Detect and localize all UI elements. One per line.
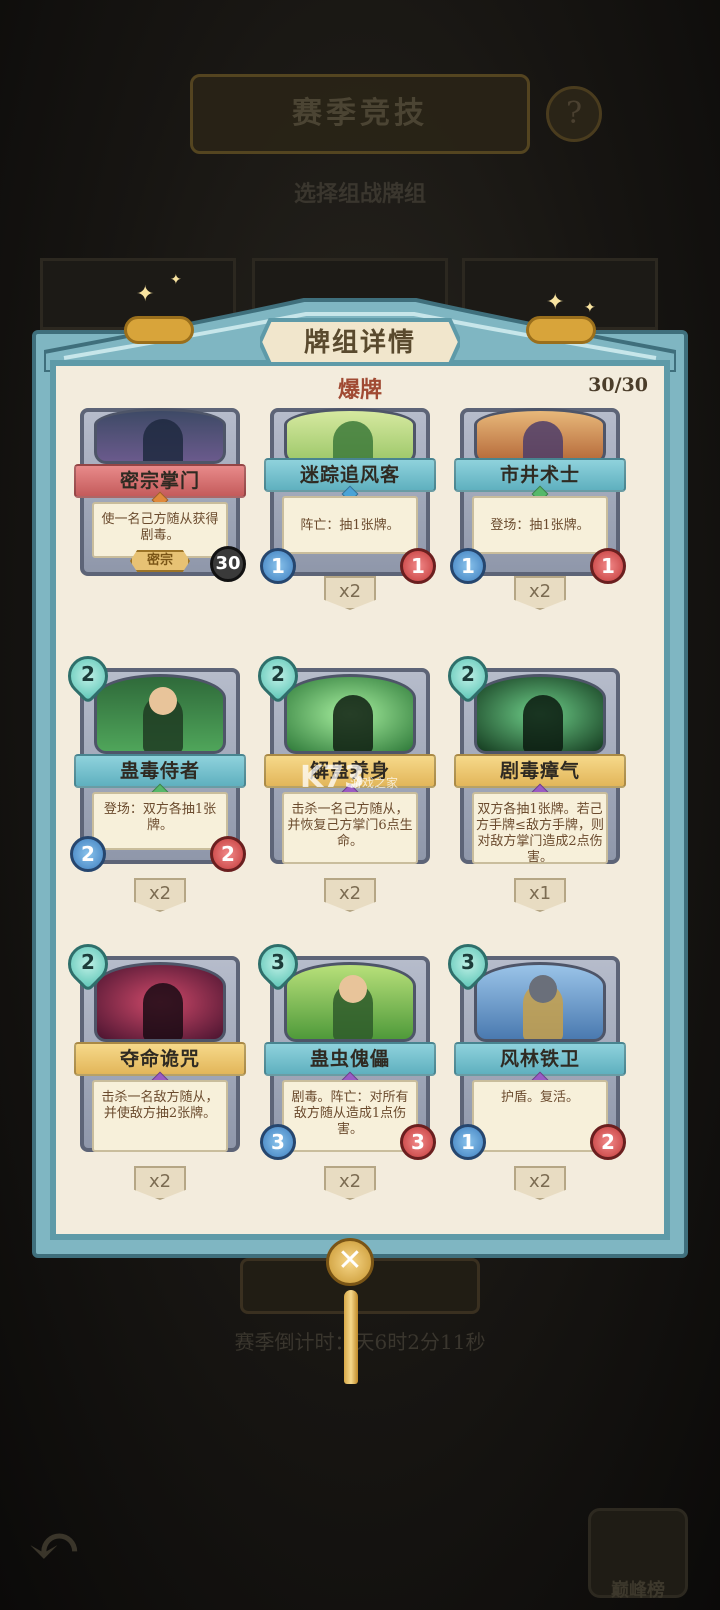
card-cost: 2 (461, 662, 475, 686)
card-item[interactable]: 迷踪追风客 阵亡：抽1张牌。 1 1 x2 (260, 408, 436, 610)
card-art (94, 962, 226, 1042)
card-name: 市井术士 (499, 464, 580, 486)
card-item[interactable]: 夺命诡咒 击杀一名敌方随从，并使敌方抽2张牌。 2 x2 (59, 935, 246, 1206)
deck-card-count: 30/30 (588, 374, 648, 396)
close-button-stem (344, 1290, 358, 1384)
season-title: 赛季竞技 (292, 96, 428, 131)
card-name: 风林铁卫 (499, 1048, 580, 1070)
card-item[interactable]: 市井术士 登场：抽1张牌。 1 1 x2 (450, 408, 626, 610)
close-button[interactable]: ✕ (326, 1238, 374, 1286)
card-value-badge: 30 (210, 546, 246, 582)
card-name: 蛊虫傀儡 (309, 1048, 390, 1070)
card-description: 使一名己方随从获得剧毒。 (101, 512, 219, 543)
card-art (284, 962, 416, 1042)
season-timer: 赛季倒计时：天6时2分11秒 (234, 1330, 486, 1354)
copies-tag: x2 (514, 1166, 566, 1200)
health-value: 2 (210, 836, 246, 872)
card-cost: 2 (81, 950, 95, 974)
card-art-figure (333, 695, 373, 751)
attack-value: 2 (70, 836, 106, 872)
attack-value: 1 (260, 548, 296, 584)
card-item[interactable]: 剧毒瘴气 双方各抽1张牌。若己方手牌≤敌方手牌，则对敌方掌门造成2点伤害。 2 … (439, 647, 626, 918)
card-art (474, 674, 606, 754)
card-name: 蛊毒侍者 (119, 760, 200, 782)
card-description: 阵亡：抽1张牌。 (300, 518, 400, 533)
card-item[interactable]: 密宗掌门 使一名己方随从获得剧毒。 密宗 30 (74, 408, 246, 588)
card-name: 迷踪追风客 (299, 464, 400, 486)
card-art (94, 674, 226, 754)
rarity-badge: 密宗 (130, 550, 190, 572)
card-name: 密宗掌门 (119, 470, 200, 492)
card-description: 登场：双方各抽1张牌。 (103, 802, 217, 833)
card-art (284, 408, 416, 464)
card-cost: 3 (271, 950, 285, 974)
help-button[interactable]: ? (546, 86, 602, 142)
copies-tag: x2 (324, 878, 376, 912)
sparkle-icon: ✦ (584, 300, 596, 316)
card-art-head (529, 975, 557, 1003)
copies-tag: x1 (514, 878, 566, 912)
copies-tag: x2 (134, 878, 186, 912)
card-art-head (149, 687, 177, 715)
sparkle-icon: ✦ (170, 272, 182, 288)
card-item[interactable]: 蛊毒侍者 登场：双方各抽1张牌。 2 2 2 x2 (59, 647, 246, 918)
select-deck-subtitle: 选择组战牌组 (293, 181, 426, 207)
card-description: 护盾。复活。 (500, 1090, 579, 1105)
health-value: 1 (400, 548, 436, 584)
copies-tag: x2 (514, 576, 566, 610)
gold-cloud-ornament (526, 316, 596, 344)
card-name: 剧毒瘴气 (499, 760, 580, 782)
card-description: 击杀一名己方随从，并恢复己方掌门6点生命。 (287, 802, 413, 849)
card-description: 剧毒。阵亡：对所有敌方随从造成1点伤害。 (291, 1090, 409, 1137)
card-art (284, 674, 416, 754)
health-value: 3 (400, 1124, 436, 1160)
card-art-figure (143, 983, 183, 1039)
card-art (474, 408, 606, 464)
card-cost: 2 (271, 662, 285, 686)
card-art-figure (523, 695, 563, 751)
card-name: 夺命诡咒 (119, 1048, 200, 1070)
card-description: 击杀一名敌方随从，并使敌方抽2张牌。 (101, 1090, 219, 1121)
watermark-sub: 游戏之家 (350, 776, 399, 790)
copies-tag: x2 (324, 576, 376, 610)
card-art-head (339, 975, 367, 1003)
back-arrow-icon[interactable]: ↶ (28, 1512, 98, 1582)
modal-title: 牌组详情 (303, 328, 416, 358)
health-value: 1 (590, 548, 626, 584)
card-description: 登场：抽1张牌。 (490, 518, 590, 533)
copies-tag: x2 (324, 1166, 376, 1200)
gold-cloud-ornament (124, 316, 194, 344)
card-cost: 3 (461, 950, 475, 974)
card-art-figure (143, 419, 183, 461)
health-value: 2 (590, 1124, 626, 1160)
card-art (94, 408, 226, 464)
card-item[interactable]: 蛊虫傀儡 剧毒。阵亡：对所有敌方随从造成1点伤害。 3 3 3 x2 (249, 935, 436, 1206)
ranking-label: 巅峰榜 (611, 1580, 665, 1601)
card-cost: 2 (81, 662, 95, 686)
attack-value: 1 (450, 1124, 486, 1160)
copies-tag: x2 (134, 1166, 186, 1200)
card-description: 双方各抽1张牌。若己方手牌≤敌方手牌，则对敌方掌门造成2点伤害。 (476, 802, 604, 865)
sparkle-icon: ✦ (136, 282, 155, 307)
attack-value: 3 (260, 1124, 296, 1160)
sparkle-icon: ✦ (546, 290, 565, 315)
attack-value: 1 (450, 548, 486, 584)
card-art (474, 962, 606, 1042)
card-item[interactable]: 风林铁卫 护盾。复活。 3 1 2 x2 (439, 935, 626, 1206)
